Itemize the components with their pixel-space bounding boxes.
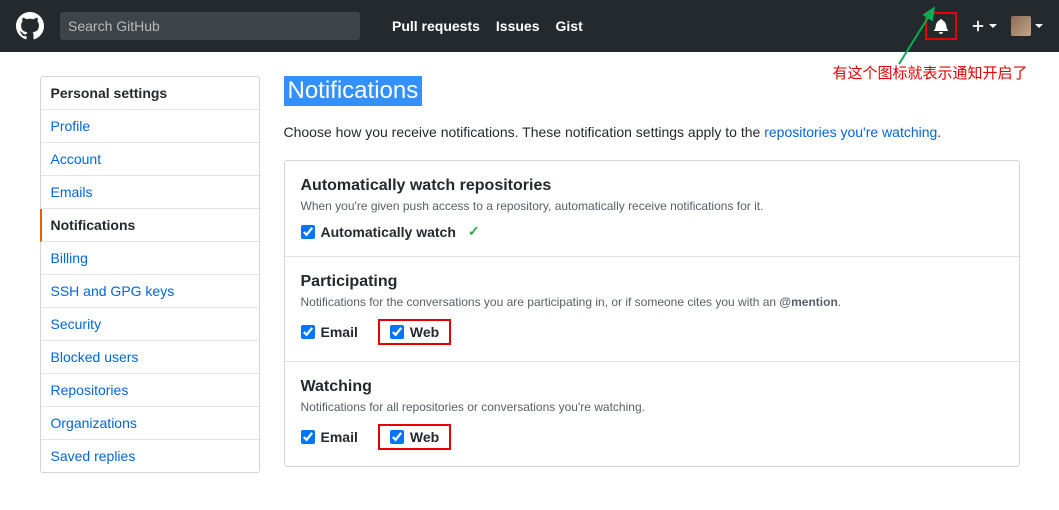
sidebar-item-blocked-users[interactable]: Blocked users [41, 341, 259, 374]
user-menu[interactable] [1011, 16, 1043, 36]
participating-title: Participating [301, 273, 1003, 291]
auto-watch-desc: When you're given push access to a repos… [301, 199, 1003, 213]
participating-web-label[interactable]: Web [390, 324, 439, 340]
watching-email-checkbox[interactable] [301, 430, 315, 444]
topbar-right [925, 12, 1043, 40]
subhead-text: Choose how you receive notifications. Th… [284, 124, 765, 140]
auto-watch-checkbox-text: Automatically watch [321, 224, 456, 240]
sidebar-item-organizations[interactable]: Organizations [41, 407, 259, 440]
create-new-dropdown[interactable] [971, 19, 997, 33]
notifications-bell-icon[interactable] [933, 18, 949, 34]
participating-web-highlight-box: Web [378, 319, 451, 345]
subhead-after: . [937, 124, 941, 140]
auto-watch-section: Automatically watch repositories When yo… [285, 161, 1019, 257]
participating-email-checkbox[interactable] [301, 325, 315, 339]
page-title: Notifications [284, 76, 423, 106]
sidebar-item-emails[interactable]: Emails [41, 176, 259, 209]
watching-check-row: Email Web [301, 424, 1003, 450]
avatar [1011, 16, 1031, 36]
nav-links: Pull requests Issues Gist [392, 18, 583, 34]
watching-title: Watching [301, 378, 1003, 396]
participating-email-label[interactable]: Email [301, 324, 358, 340]
sidebar-item-saved-replies[interactable]: Saved replies [41, 440, 259, 472]
participating-web-checkbox[interactable] [390, 325, 404, 339]
participating-email-text: Email [321, 324, 358, 340]
sidebar: Personal settings Profile Account Emails… [40, 76, 260, 473]
watching-desc: Notifications for all repositories or co… [301, 400, 1003, 414]
watching-email-label[interactable]: Email [301, 429, 358, 445]
watching-section: Watching Notifications for all repositor… [285, 362, 1019, 466]
auto-watch-title: Automatically watch repositories [301, 177, 1003, 195]
auto-watch-checkbox-label[interactable]: Automatically watch ✓ [301, 223, 480, 240]
nav-issues[interactable]: Issues [496, 18, 540, 34]
sidebar-item-repositories[interactable]: Repositories [41, 374, 259, 407]
participating-desc: Notifications for the conversations you … [301, 295, 1003, 309]
participating-section: Participating Notifications for the conv… [285, 257, 1019, 362]
settings-menu: Personal settings Profile Account Emails… [40, 76, 260, 473]
watching-web-label[interactable]: Web [390, 429, 439, 445]
watching-web-highlight-box: Web [378, 424, 451, 450]
sidebar-item-ssh-gpg[interactable]: SSH and GPG keys [41, 275, 259, 308]
topbar: Pull requests Issues Gist [0, 0, 1059, 52]
watching-repos-link[interactable]: repositories you're watching [764, 124, 937, 140]
notifications-highlight-box [925, 12, 957, 40]
nav-pull-requests[interactable]: Pull requests [392, 18, 480, 34]
watching-web-text: Web [410, 429, 439, 445]
participating-desc-before: Notifications for the conversations you … [301, 295, 780, 309]
container: 有这个图标就表示通知开启了 Personal settings Profile … [24, 76, 1036, 473]
auto-watch-check-row: Automatically watch ✓ [301, 223, 1003, 240]
sidebar-item-account[interactable]: Account [41, 143, 259, 176]
participating-desc-mention: @mention [779, 295, 837, 309]
watching-email-text: Email [321, 429, 358, 445]
auto-watch-checkbox[interactable] [301, 225, 315, 239]
annotation-text: 有这个图标就表示通知开启了 [832, 62, 1027, 83]
sidebar-item-profile[interactable]: Profile [41, 110, 259, 143]
sidebar-item-notifications: Notifications [40, 209, 259, 242]
main-content: Notifications Choose how you receive not… [284, 76, 1020, 473]
notifications-box: Automatically watch repositories When yo… [284, 160, 1020, 467]
github-logo[interactable] [16, 12, 44, 40]
checkmark-icon: ✓ [468, 223, 480, 240]
subhead: Choose how you receive notifications. Th… [284, 124, 1020, 140]
participating-desc-after: . [838, 295, 841, 309]
participating-check-row: Email Web [301, 319, 1003, 345]
search-wrapper [60, 12, 360, 40]
menu-heading: Personal settings [41, 77, 259, 110]
nav-gist[interactable]: Gist [556, 18, 583, 34]
sidebar-item-security[interactable]: Security [41, 308, 259, 341]
participating-web-text: Web [410, 324, 439, 340]
search-input[interactable] [60, 12, 360, 40]
caret-down-icon [989, 24, 997, 28]
watching-web-checkbox[interactable] [390, 430, 404, 444]
caret-down-icon [1035, 24, 1043, 28]
sidebar-item-billing[interactable]: Billing [41, 242, 259, 275]
